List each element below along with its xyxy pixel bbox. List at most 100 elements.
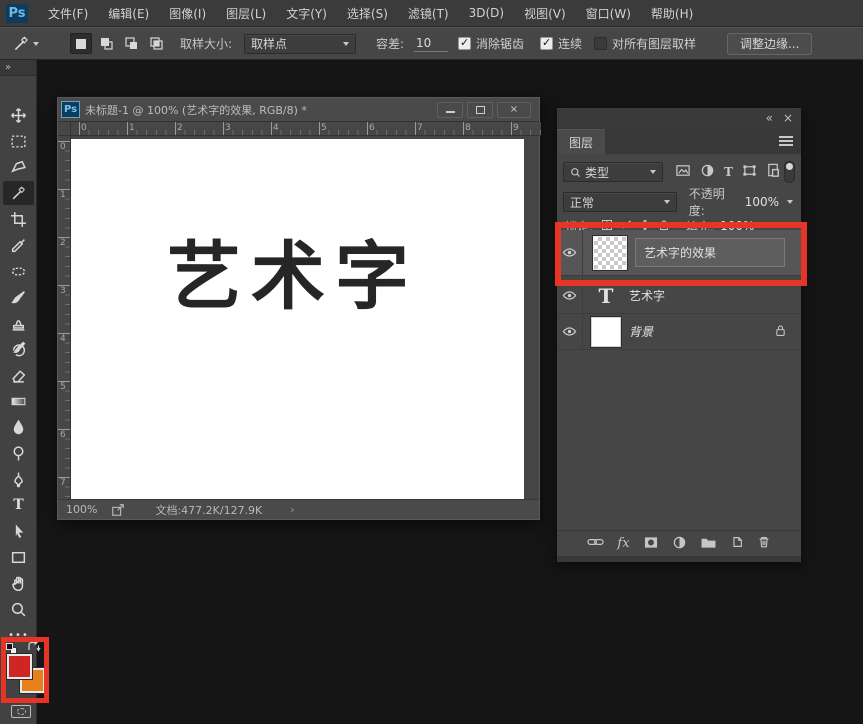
- filter-smart-objects-icon[interactable]: [766, 163, 781, 181]
- hand-tool[interactable]: [3, 571, 34, 595]
- menu-image[interactable]: 图像(I): [159, 0, 216, 27]
- spot-healing-brush-tool[interactable]: [3, 259, 34, 283]
- magic-wand-tool[interactable]: [3, 181, 34, 205]
- clone-stamp-tool[interactable]: [3, 311, 34, 335]
- menu-window[interactable]: 窗口(W): [576, 0, 641, 27]
- close-button[interactable]: ×: [497, 102, 531, 118]
- gradient-tool[interactable]: [3, 389, 34, 413]
- type-tool[interactable]: T: [3, 493, 34, 517]
- filter-type-dropdown[interactable]: 类型: [563, 162, 663, 182]
- pen-icon: [10, 471, 27, 488]
- layers-tab[interactable]: 图层: [557, 129, 605, 154]
- crop-icon: [10, 211, 27, 228]
- tolerance-input[interactable]: 10: [414, 27, 448, 60]
- rectangle-tool[interactable]: [3, 545, 34, 569]
- intersect-selection-button[interactable]: [145, 33, 167, 54]
- panel-collapse-icon[interactable]: «: [766, 111, 773, 125]
- move-tool[interactable]: [3, 103, 34, 127]
- rectangular-marquee-tool[interactable]: [3, 129, 34, 153]
- text-layer-thumbnail-icon[interactable]: T: [591, 284, 621, 308]
- filter-shape-layers-icon[interactable]: [742, 163, 757, 181]
- menu-type[interactable]: 文字(Y): [276, 0, 337, 27]
- filter-type-layers-icon[interactable]: T: [724, 165, 733, 179]
- link-layers-button[interactable]: [587, 536, 604, 551]
- dropdown-chevron-icon: [650, 170, 656, 174]
- document-title-bar[interactable]: Ps 未标题-1 @ 100% (艺术字的效果, RGB/8) * ×: [58, 98, 539, 122]
- lasso-tool[interactable]: [3, 155, 34, 179]
- anti-alias-checkbox[interactable]: 消除锯齿: [458, 27, 524, 60]
- layer-thumbnail-white[interactable]: [591, 317, 621, 347]
- horizontal-ruler[interactable]: 0123456789: [71, 122, 541, 136]
- opacity-chevron-icon[interactable]: [787, 200, 793, 204]
- new-adjustment-layer-button[interactable]: [672, 535, 687, 553]
- dodge-icon: [10, 445, 27, 462]
- filter-type-value: 类型: [585, 164, 609, 181]
- layer-name[interactable]: 背景: [629, 323, 653, 340]
- eyedropper-tool[interactable]: [3, 233, 34, 257]
- current-tool-preview[interactable]: [12, 27, 39, 60]
- crop-tool[interactable]: [3, 207, 34, 231]
- tolerance-value: 10: [414, 36, 448, 52]
- quick-mask-button[interactable]: [11, 705, 31, 718]
- vertical-ruler[interactable]: 01234567: [58, 136, 71, 501]
- menu-edit[interactable]: 编辑(E): [98, 0, 159, 27]
- brush-tool[interactable]: [3, 285, 34, 309]
- zoom-tool[interactable]: [3, 597, 34, 621]
- dodge-tool[interactable]: [3, 441, 34, 465]
- sample-all-layers-checkbox[interactable]: 对所有图层取样: [594, 27, 696, 60]
- new-layer-button[interactable]: [730, 535, 744, 552]
- filter-toggle-switch[interactable]: [784, 161, 795, 183]
- stamp-icon: [10, 315, 27, 332]
- panel-bottom-strip: [557, 556, 801, 562]
- status-chevron-icon[interactable]: ›: [290, 503, 294, 516]
- maximize-button[interactable]: [467, 102, 493, 118]
- menu-file[interactable]: 文件(F): [38, 0, 98, 27]
- sample-size-dropdown[interactable]: 取样点: [244, 27, 356, 60]
- minimize-icon: [446, 111, 455, 113]
- blend-mode-dropdown[interactable]: 正常: [563, 192, 677, 212]
- dropdown-chevron-icon: [343, 42, 349, 46]
- subtract-from-selection-button[interactable]: [120, 33, 142, 54]
- layer-style-button[interactable]: fx: [617, 536, 629, 551]
- contiguous-checkbox[interactable]: 连续: [540, 27, 582, 60]
- panel-close-icon[interactable]: ×: [783, 111, 793, 125]
- panel-header: « ×: [557, 108, 801, 128]
- history-brush-tool[interactable]: [3, 337, 34, 361]
- ruler-number: 8: [465, 123, 471, 133]
- visibility-toggle[interactable]: [557, 314, 583, 349]
- canvas[interactable]: 艺术字: [71, 139, 524, 501]
- menu-3d[interactable]: 3D(D): [459, 0, 514, 27]
- new-group-button[interactable]: [700, 536, 717, 552]
- new-selection-button[interactable]: [70, 33, 92, 54]
- menu-select[interactable]: 选择(S): [337, 0, 398, 27]
- layer-name[interactable]: 艺术字: [629, 287, 665, 304]
- add-layer-mask-button[interactable]: [643, 536, 659, 552]
- move-icon: [10, 107, 27, 124]
- panel-menu-icon[interactable]: [779, 134, 793, 148]
- export-icon[interactable]: [111, 503, 125, 517]
- selection-arrow-icon: [10, 523, 27, 540]
- tool-bar: »: [0, 60, 37, 724]
- zoom-level-field[interactable]: 100%: [66, 503, 97, 516]
- brush-icon: [10, 289, 27, 306]
- opacity-value[interactable]: 100%: [745, 195, 779, 209]
- filter-pixel-layers-icon[interactable]: [675, 163, 691, 181]
- sample-size-label: 取样大小:: [180, 27, 232, 60]
- ruler-corner: [58, 122, 71, 136]
- refine-edge-button[interactable]: 调整边缘...: [727, 33, 812, 55]
- layer-row-background[interactable]: 背景: [557, 314, 801, 350]
- toolbar-collapse-icon[interactable]: »: [0, 60, 36, 76]
- menu-filter[interactable]: 滤镜(T): [398, 0, 459, 27]
- menu-layer[interactable]: 图层(L): [216, 0, 276, 27]
- delete-layer-button[interactable]: [757, 535, 771, 552]
- add-to-selection-button[interactable]: [95, 33, 117, 54]
- path-selection-tool[interactable]: [3, 519, 34, 543]
- annotation-highlight-layer: [555, 222, 807, 286]
- menu-view[interactable]: 视图(V): [514, 0, 576, 27]
- pen-tool[interactable]: [3, 467, 34, 491]
- menu-help[interactable]: 帮助(H): [641, 0, 703, 27]
- eraser-tool[interactable]: [3, 363, 34, 387]
- blur-tool[interactable]: [3, 415, 34, 439]
- filter-adjustment-layers-icon[interactable]: [700, 163, 715, 181]
- minimize-button[interactable]: [437, 102, 463, 118]
